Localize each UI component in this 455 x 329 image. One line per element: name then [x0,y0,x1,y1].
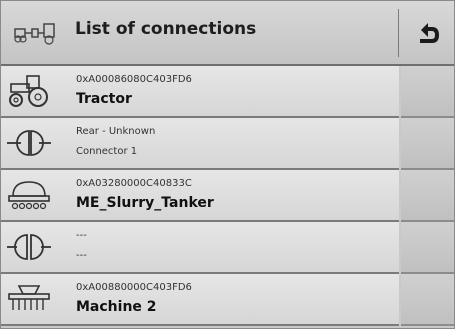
device-name: --- [76,250,87,261]
device-id: 0xA03280000C40833C [76,178,192,189]
back-arrow-icon [420,23,439,43]
app-window: List of connections 0xA00086080C403FD6 T… [0,0,455,329]
connector-name: Connector 1 [76,146,138,157]
tractor-icon [9,75,48,107]
device-name: Machine 2 [76,299,157,315]
list-item-connector-1[interactable]: Rear - Unknown Connector 1 [1,118,399,170]
softkey-bar [401,66,454,326]
header-divider [398,9,399,57]
softkey-2[interactable] [401,118,454,170]
page-title: List of connections [75,19,257,39]
device-id: 0xA00880000C403FD6 [76,282,192,293]
connections-icon [14,23,55,45]
device-name: Tractor [76,91,132,107]
device-id: 0xA00086080C403FD6 [76,74,192,85]
softkey-5[interactable] [401,274,454,326]
header-bar: List of connections [1,1,454,66]
list-item-tractor[interactable]: 0xA00086080C403FD6 Tractor [1,66,399,118]
list-item-unknown-connector[interactable]: --- --- [1,222,399,274]
list-item-machine-2[interactable]: 0xA00880000C403FD6 Machine 2 [1,274,399,326]
device-name: ME_Slurry_Tanker [76,195,214,211]
softkey-4[interactable] [401,222,454,274]
connection-list: 0xA00086080C403FD6 Tractor Rear - Unknow… [1,66,399,326]
softkey-1[interactable] [401,66,454,118]
double-connector-icon [7,234,51,260]
device-id: --- [76,230,87,241]
connector-position: Rear - Unknown [76,126,156,137]
seeder-icon [8,285,50,310]
softkey-3[interactable] [401,170,454,222]
connector-icon [7,130,51,156]
back-button[interactable] [401,7,453,59]
list-item-slurry-tanker[interactable]: 0xA03280000C40833C ME_Slurry_Tanker [1,170,399,222]
tanker-icon [8,181,50,210]
